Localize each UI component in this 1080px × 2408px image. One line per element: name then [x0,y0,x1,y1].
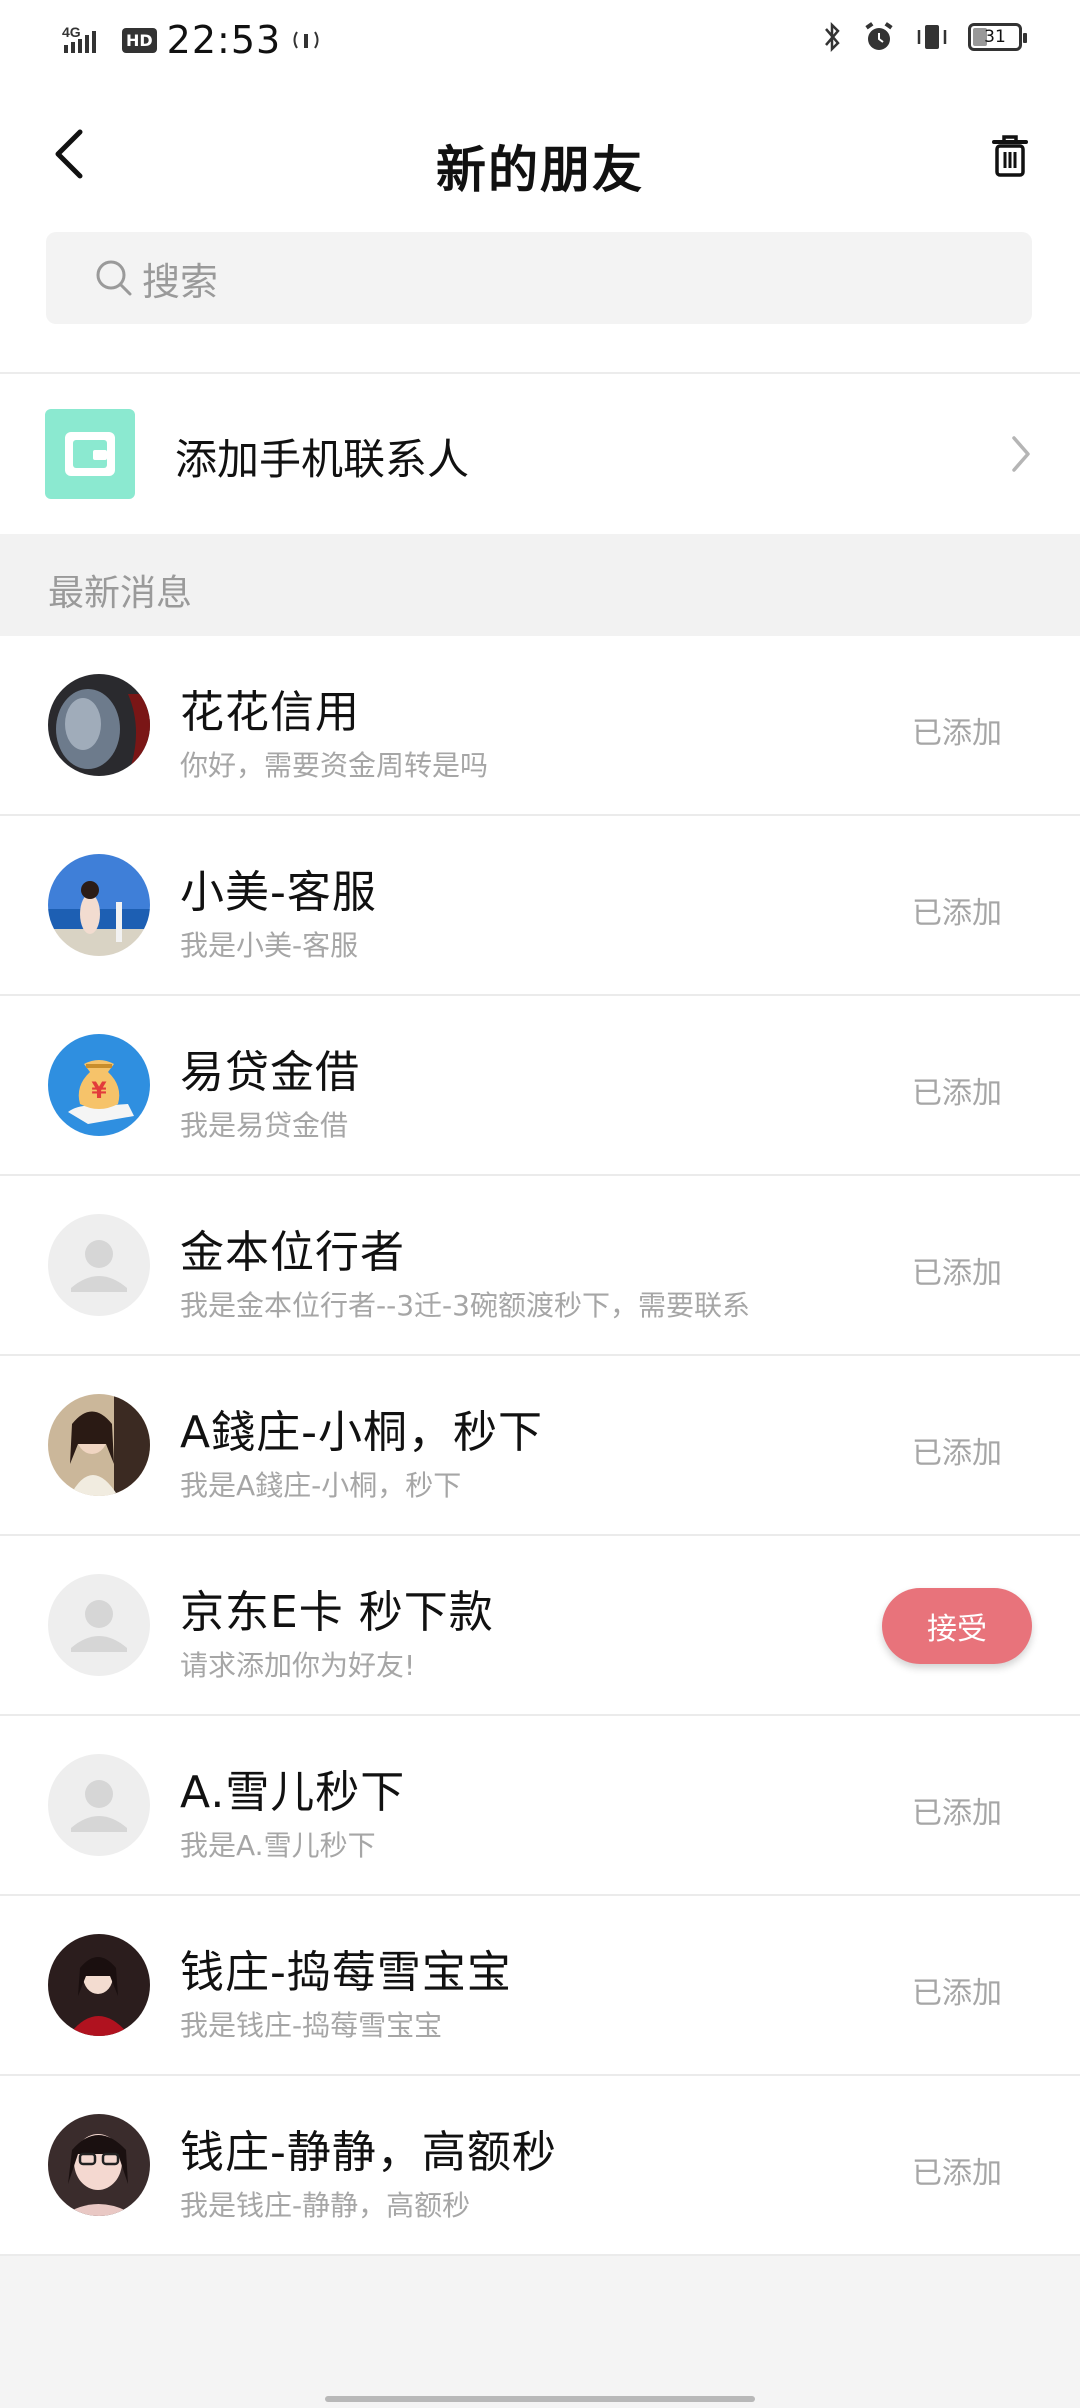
accept-button[interactable]: 接受 [882,1588,1032,1664]
home-indicator[interactable] [325,2396,755,2402]
friend-name: A錢庄-小桐，秒下 [180,1407,543,1458]
battery-icon: 31 [968,23,1027,51]
battery-level: 31 [984,27,1006,47]
friend-message: 请求添加你为好友! [180,1649,416,1682]
friend-message: 我是A錢庄-小桐，秒下 [180,1469,462,1502]
svg-text:4G: 4G [62,24,81,40]
friend-message: 我是钱庄-捣莓雪宝宝 [180,2009,443,2042]
add-contacts-label: 添加手机联系人 [175,435,470,484]
default-user-icon [48,1214,150,1316]
avatar [48,674,150,776]
search-area: 搜索 [0,232,1080,372]
navigation-bar: 新的朋友 [0,82,1080,232]
friend-name: A.雪儿秒下 [180,1767,406,1818]
list-item[interactable]: 金本位行者 我是金本位行者--3迁-3碗额渡秒下，需要联系 已添加 [0,1176,1080,1356]
avatar [48,854,150,956]
list-item[interactable]: A錢庄-小桐，秒下 我是A錢庄-小桐，秒下 已添加 [0,1356,1080,1536]
svg-text:¥: ¥ [91,1079,107,1104]
added-status: 已添加 [912,1436,1002,1471]
default-user-icon [48,1574,150,1676]
add-phone-contacts-row[interactable]: 添加手机联系人 [0,374,1080,534]
list-item[interactable]: ¥ 易贷金借 我是易贷金借 已添加 [0,996,1080,1176]
search-icon [94,258,134,298]
status-bar: 4G HD 22:53 31 [0,0,1080,82]
section-header: 最新消息 [0,534,1080,636]
friend-name: 京东E卡 秒下款 [180,1587,494,1638]
list-item[interactable]: 小美-客服 我是小美-客服 已添加 [0,816,1080,996]
signal-icon: 4G [62,24,96,53]
list-item[interactable]: 钱庄-捣莓雪宝宝 我是钱庄-捣莓雪宝宝 已添加 [0,1896,1080,2076]
friend-name: 钱庄-静静，高额秒 [180,2127,557,2178]
section-title: 最新消息 [48,573,193,614]
friend-message: 我是A.雪儿秒下 [180,1829,376,1862]
trash-icon [992,135,1028,177]
status-time: 22:53 [166,18,282,62]
list-item[interactable]: 钱庄-静静，高额秒 我是钱庄-静静，高额秒 已添加 [0,2076,1080,2256]
friend-message: 你好，需要资金周转是吗 [180,749,489,782]
friend-message: 我是小美-客服 [180,929,359,962]
friend-name: 花花信用 [180,687,360,738]
money-bag-icon: ¥ [48,1034,150,1136]
added-status: 已添加 [912,1076,1002,1111]
friend-message: 我是易贷金借 [180,1109,349,1142]
friend-name: 小美-客服 [180,867,377,918]
friend-message: 我是金本位行者--3迁-3碗额渡秒下，需要联系 [180,1289,750,1322]
hd-badge: HD [122,27,157,53]
friend-name: 钱庄-捣莓雪宝宝 [180,1947,512,1998]
avatar [48,1934,150,2036]
added-status: 已添加 [912,1976,1002,2011]
added-status: 已添加 [912,716,1002,751]
chevron-right-icon [1012,436,1030,472]
list-item[interactable]: A.雪儿秒下 我是A.雪儿秒下 已添加 [0,1716,1080,1896]
added-status: 已添加 [912,2156,1002,2191]
page-title: 新的朋友 [436,141,644,199]
delete-button[interactable] [980,126,1040,186]
vibrate-icon [917,25,947,49]
list-item[interactable]: 京东E卡 秒下款 请求添加你为好友! 接受 [0,1536,1080,1716]
added-status: 已添加 [912,1796,1002,1831]
friend-name: 易贷金借 [180,1047,360,1098]
search-input[interactable]: 搜索 [46,232,1032,324]
added-status: 已添加 [912,896,1002,931]
search-placeholder: 搜索 [142,259,219,304]
status-left: 4G HD 22:53 [62,18,321,62]
friend-name: 金本位行者 [180,1227,405,1278]
bluetooth-icon [825,21,840,53]
default-user-icon [48,1754,150,1856]
contacts-book-icon [45,409,135,499]
added-status: 已添加 [912,1256,1002,1291]
friend-request-list: 花花信用 你好，需要资金周转是吗 已添加 小美-客服 我是小美-客服 已添加 ¥… [0,636,1080,2256]
avatar [48,2114,150,2216]
avatar [48,1394,150,1496]
status-right: 31 [820,20,1027,54]
friend-message: 我是钱庄-静静，高额秒 [180,2189,471,2222]
list-item[interactable]: 花花信用 你好，需要资金周转是吗 已添加 [0,636,1080,816]
alarm-icon [865,22,893,50]
hotspot-icon [293,31,319,49]
